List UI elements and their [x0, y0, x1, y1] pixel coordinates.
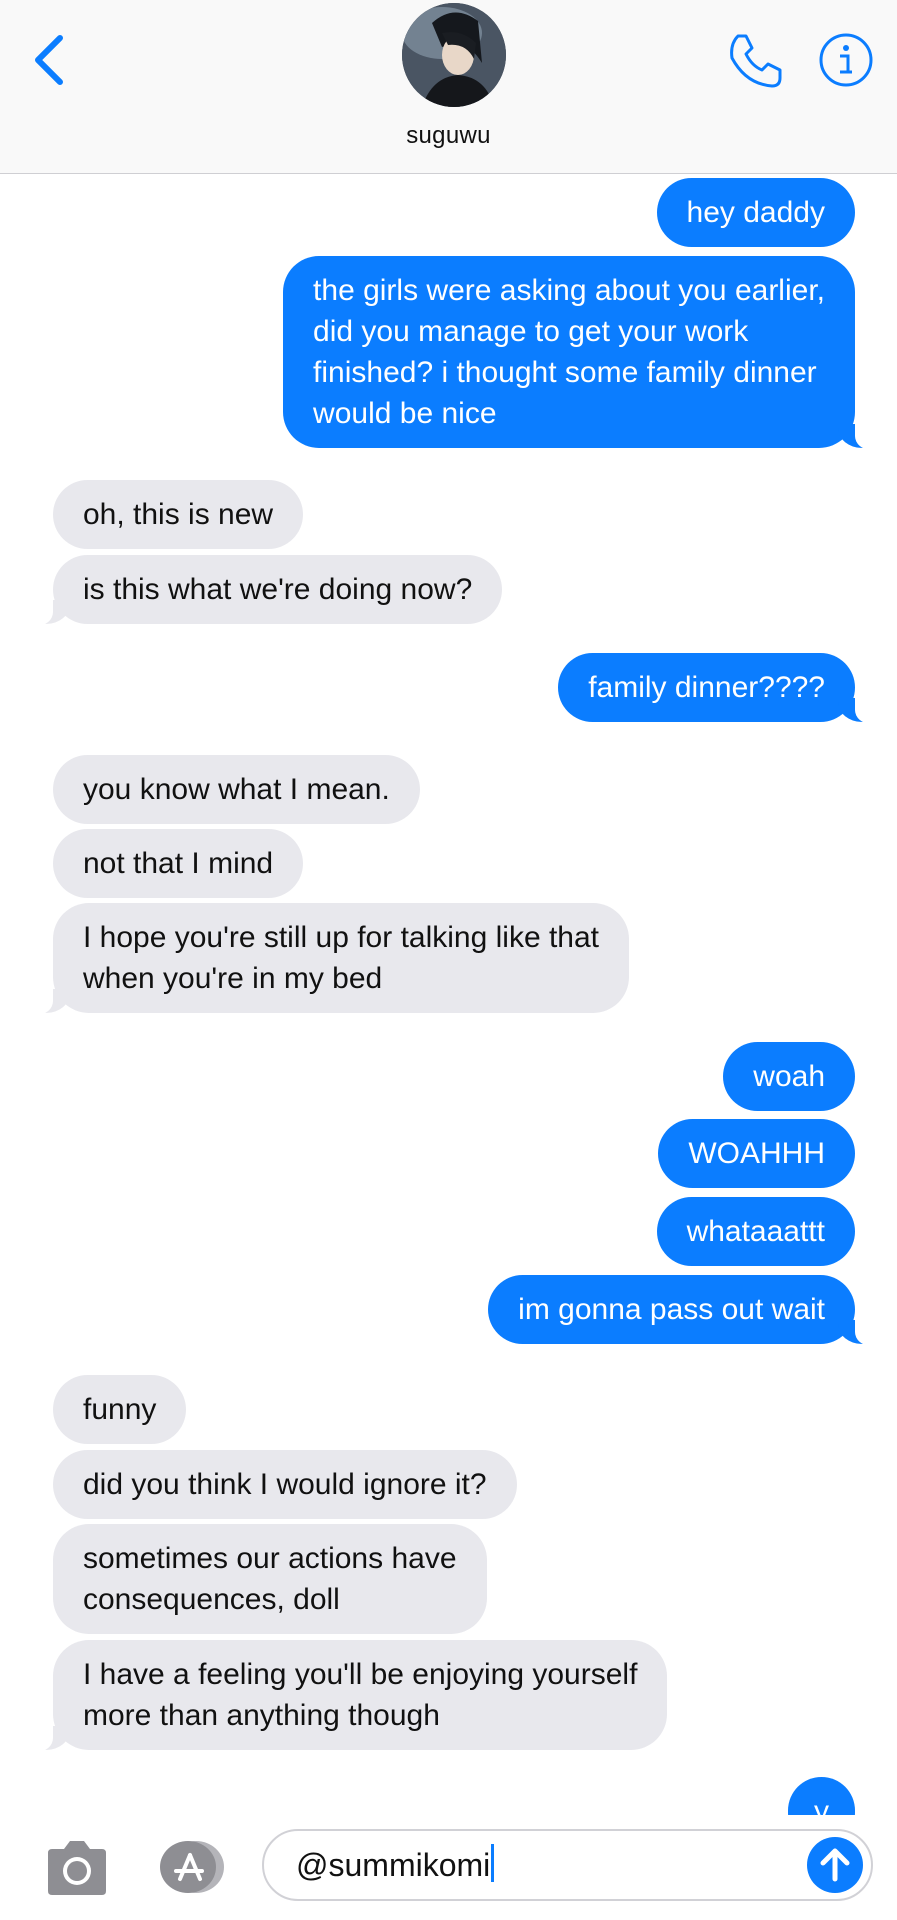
incoming-message[interactable]: did you think I would ignore it?: [53, 1450, 517, 1519]
contact-avatar[interactable]: [402, 3, 506, 107]
message-line: the girls were asking about you earlier,: [313, 274, 825, 307]
message-text: the girls were asking about you earlier,…: [313, 274, 825, 430]
incoming-message[interactable]: not that I mind: [53, 829, 304, 898]
avatar-image: [402, 3, 506, 107]
message-text: oh, this is new: [83, 498, 274, 531]
camera-icon: [48, 1841, 106, 1895]
message-line: finished? i thought some family dinner: [313, 356, 817, 389]
conversation-header: suguwu: [0, 0, 897, 174]
message-line: would be nice: [313, 397, 497, 430]
phone-icon: [730, 34, 782, 88]
apps-button[interactable]: [152, 1837, 228, 1897]
outgoing-message[interactable]: hey daddy: [656, 178, 855, 247]
contact-name[interactable]: suguwu: [0, 122, 897, 150]
message-text: you know what I mean.: [83, 773, 390, 806]
call-button[interactable]: [724, 30, 786, 92]
message-composer: @summikomi: [0, 1815, 897, 1920]
back-button[interactable]: [28, 30, 72, 90]
message-line: did you manage to get your work: [313, 315, 749, 348]
message-text: hey daddy: [686, 196, 825, 229]
message-text: WOAHHH: [688, 1137, 825, 1170]
camera-button[interactable]: [44, 1839, 110, 1897]
outgoing-message[interactable]: the girls were asking about you earlier,…: [283, 256, 879, 450]
message-text: not that I mind: [83, 847, 274, 880]
message-input[interactable]: @summikomi: [262, 1829, 873, 1901]
info-button[interactable]: [818, 32, 874, 88]
message-text: whataaattt: [686, 1215, 825, 1248]
incoming-message[interactable]: oh, this is new: [53, 480, 304, 549]
message-text: woah: [753, 1060, 825, 1093]
message-text: sometimes our actions have consequences, …: [83, 1542, 457, 1616]
message-text: im gonna pass out wait: [518, 1293, 825, 1326]
message-text: is this what we're doing now?: [83, 573, 473, 606]
message-line: I have a feeling you'll be enjoying your…: [83, 1658, 638, 1691]
message-line: more than anything though: [83, 1699, 440, 1732]
send-button[interactable]: [807, 1837, 863, 1893]
chevron-left-icon: [35, 35, 63, 85]
incoming-message[interactable]: I hope you're still up for talking like …: [28, 903, 630, 1015]
message-line: I hope you're still up for talking like …: [83, 921, 600, 954]
incoming-message[interactable]: is this what we're doing now?: [28, 555, 503, 626]
outgoing-message[interactable]: y: [788, 1777, 855, 1815]
message-line: sometimes our actions have: [83, 1542, 457, 1575]
arrow-up-icon: [820, 1848, 850, 1882]
message-text: I hope you're still up for talking like …: [83, 921, 599, 995]
outgoing-message[interactable]: woah: [723, 1042, 855, 1111]
incoming-message[interactable]: you know what I mean.: [53, 755, 420, 824]
outgoing-message[interactable]: family dinner????: [558, 653, 879, 724]
message-text: did you think I would ignore it?: [83, 1468, 487, 1501]
message-text: y: [814, 1795, 829, 1815]
app-store-icon: [160, 1841, 224, 1893]
message-text: family dinner????: [588, 671, 825, 704]
message-text: I have a feeling you'll be enjoying your…: [83, 1658, 637, 1732]
text-caret: [491, 1844, 495, 1882]
message-text: funny: [83, 1393, 157, 1426]
outgoing-message[interactable]: im gonna pass out wait: [488, 1275, 879, 1346]
message-input-value: @summikomi: [296, 1847, 491, 1883]
message-line: consequences, doll: [83, 1583, 340, 1616]
outgoing-message[interactable]: whataaattt: [656, 1197, 855, 1266]
incoming-message[interactable]: I have a feeling you'll be enjoying your…: [28, 1640, 668, 1752]
info-icon: [819, 33, 873, 87]
incoming-message[interactable]: funny: [53, 1375, 187, 1444]
incoming-message[interactable]: sometimes our actions have consequences, …: [53, 1524, 487, 1634]
outgoing-message[interactable]: WOAHHH: [658, 1119, 855, 1188]
message-line: when you're in my bed: [83, 962, 383, 995]
message-thread[interactable]: hey daddy the girls were asking about yo…: [0, 175, 897, 1815]
